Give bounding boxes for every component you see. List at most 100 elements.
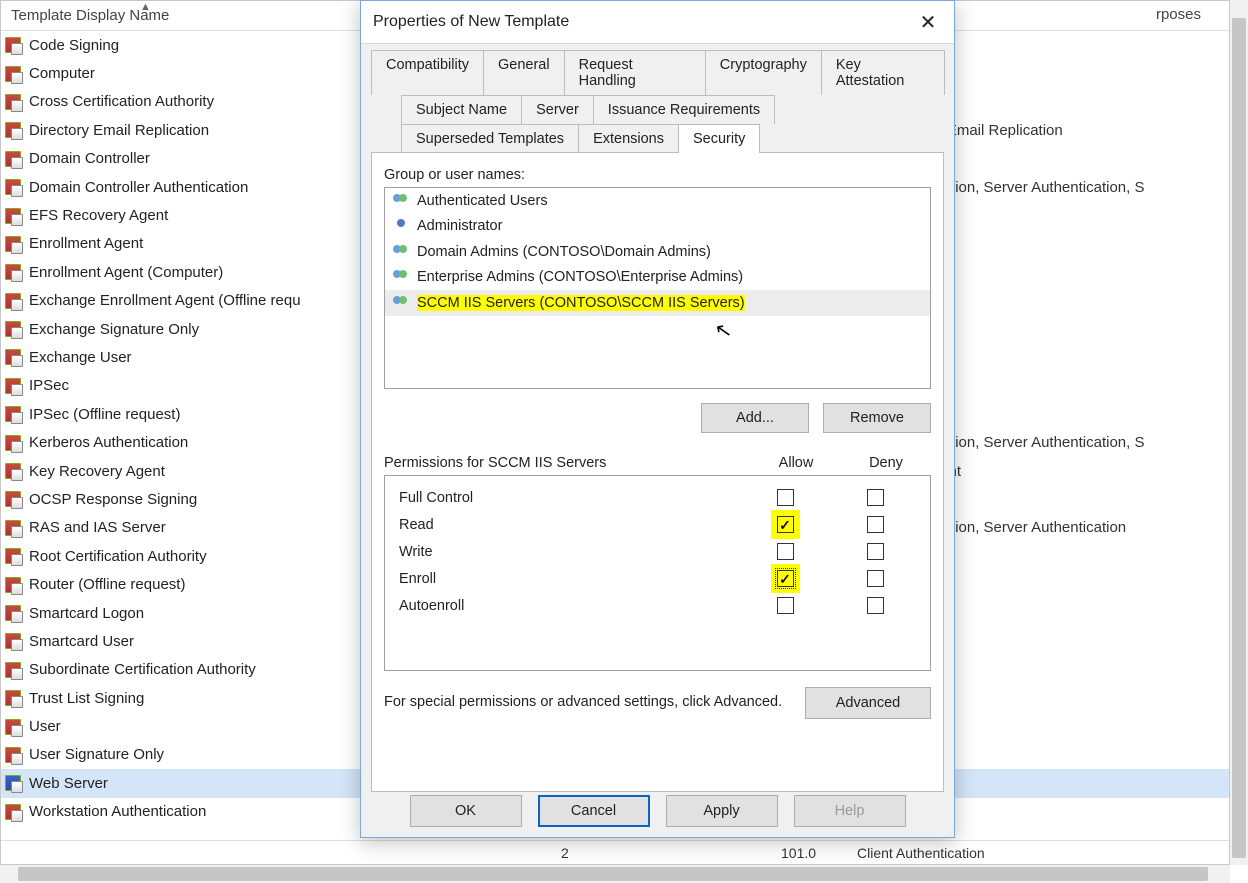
permission-name: Autoenroll: [395, 598, 740, 614]
group-item-label: Domain Admins (CONTOSO\Domain Admins): [417, 244, 711, 260]
group-item-label: Administrator: [417, 218, 502, 234]
template-icon: [5, 378, 21, 394]
permissions-listbox: Full Control Read Write Enroll Autoenroll: [384, 475, 931, 671]
purpose-fragment: [911, 201, 1211, 229]
deny-checkbox[interactable]: [867, 516, 884, 533]
group-item[interactable]: Enterprise Admins (CONTOSO\Enterprise Ad…: [385, 265, 930, 291]
permission-name: Read: [395, 517, 740, 533]
sort-ascending-icon: ▲: [140, 1, 151, 13]
group-item[interactable]: Administrator: [385, 214, 930, 240]
template-name: Computer: [29, 65, 369, 82]
template-icon: [5, 577, 21, 593]
tab-issuance-requirements[interactable]: Issuance Requirements: [593, 95, 775, 124]
advanced-button[interactable]: Advanced: [805, 687, 931, 719]
tab-key-attestation[interactable]: Key Attestation: [821, 50, 945, 95]
permission-name: Enroll: [395, 571, 740, 587]
deny-checkbox[interactable]: [867, 543, 884, 560]
template-name: Domain Controller: [29, 150, 369, 167]
tab-compatibility[interactable]: Compatibility: [371, 50, 484, 95]
purpose-fragment: [911, 712, 1211, 740]
template-name: Code Signing: [29, 37, 369, 54]
template-icon: [5, 463, 21, 479]
allow-checkbox[interactable]: [777, 489, 794, 506]
template-icon: [5, 37, 21, 53]
permission-row: Autoenroll: [395, 592, 920, 619]
cancel-button[interactable]: Cancel: [538, 795, 650, 827]
deny-column-header: Deny: [841, 455, 931, 471]
horizontal-scrollbar[interactable]: [0, 865, 1230, 883]
template-icon: [5, 406, 21, 422]
group-item[interactable]: Domain Admins (CONTOSO\Domain Admins): [385, 239, 930, 265]
template-icon: [5, 747, 21, 763]
group-listbox[interactable]: Authenticated Users Administrator Domain A…: [384, 187, 931, 389]
deny-checkbox[interactable]: [867, 597, 884, 614]
purpose-fragment: [911, 258, 1211, 286]
group-icon: [393, 296, 411, 310]
tab-subject-name[interactable]: Subject Name: [401, 95, 522, 124]
allow-checkbox[interactable]: [777, 516, 794, 533]
user-icon: [393, 219, 411, 233]
template-name: Smartcard Logon: [29, 605, 369, 622]
status-value-2: 101.0: [781, 845, 816, 861]
purpose-fragment: [911, 287, 1211, 315]
group-item[interactable]: SCCM IIS Servers (CONTOSO\SCCM IIS Serve…: [385, 290, 930, 316]
template-icon: [5, 321, 21, 337]
purposes-fragments: rvice Email Replication entication, Serve…: [911, 31, 1211, 826]
template-icon: [5, 208, 21, 224]
template-name: Exchange User: [29, 349, 369, 366]
deny-checkbox[interactable]: [867, 489, 884, 506]
ok-button[interactable]: OK: [410, 795, 522, 827]
purpose-fragment: [911, 627, 1211, 655]
remove-button[interactable]: Remove: [823, 403, 931, 433]
purpose-fragment: [911, 145, 1211, 173]
purpose-fragment: [911, 343, 1211, 371]
horizontal-scrollbar-thumb[interactable]: [18, 867, 1208, 881]
status-bar: 2 101.0 Client Authentication: [1, 840, 1229, 864]
vertical-scrollbar-thumb[interactable]: [1232, 18, 1246, 858]
purpose-fragment: entication, Server Authentication, S: [911, 428, 1211, 456]
template-name: Domain Controller Authentication: [29, 179, 369, 196]
template-icon: [5, 293, 21, 309]
permission-row: Enroll: [395, 565, 920, 592]
template-name: Exchange Enrollment Agent (Offline requ: [29, 292, 369, 309]
group-item[interactable]: Authenticated Users: [385, 188, 930, 214]
purpose-fragment: y Agent: [911, 457, 1211, 485]
purpose-fragment: [911, 400, 1211, 428]
close-icon[interactable]: ✕: [914, 8, 942, 36]
group-icon: [393, 270, 411, 284]
template-icon: [5, 690, 21, 706]
apply-button[interactable]: Apply: [666, 795, 778, 827]
tab-superseded-templates[interactable]: Superseded Templates: [401, 124, 579, 153]
tab-request-handling[interactable]: Request Handling: [564, 50, 706, 95]
template-name: Smartcard User: [29, 633, 369, 650]
tab-general[interactable]: General: [483, 50, 565, 95]
template-icon: [5, 633, 21, 649]
purpose-fragment: entication, Server Authentication, S: [911, 173, 1211, 201]
purpose-fragment: [911, 599, 1211, 627]
tab-cryptography[interactable]: Cryptography: [705, 50, 822, 95]
purpose-fragment: [911, 88, 1211, 116]
template-name: Subordinate Certification Authority: [29, 661, 369, 678]
purpose-fragment: rvice Email Replication: [911, 116, 1211, 144]
help-button[interactable]: Help: [794, 795, 906, 827]
dialog-titlebar[interactable]: Properties of New Template ✕: [361, 1, 954, 43]
permission-row: Write: [395, 538, 920, 565]
tab-server[interactable]: Server: [521, 95, 594, 124]
tab-security[interactable]: Security: [678, 124, 760, 153]
vertical-scrollbar[interactable]: [1230, 0, 1248, 865]
tab-extensions[interactable]: Extensions: [578, 124, 679, 153]
template-icon: [5, 662, 21, 678]
template-icon: [5, 804, 21, 820]
deny-checkbox[interactable]: [867, 570, 884, 587]
purpose-fragment: [911, 741, 1211, 769]
purpose-fragment: [911, 684, 1211, 712]
allow-checkbox[interactable]: [777, 570, 794, 587]
permission-name: Full Control: [395, 490, 740, 506]
status-value-1: 2: [561, 845, 569, 861]
group-icon: [393, 194, 411, 208]
col-template-name[interactable]: Template Display Name ▲: [5, 3, 365, 28]
group-item-label: Enterprise Admins (CONTOSO\Enterprise Ad…: [417, 269, 743, 285]
allow-checkbox[interactable]: [777, 543, 794, 560]
add-button[interactable]: Add...: [701, 403, 809, 433]
allow-checkbox[interactable]: [777, 597, 794, 614]
